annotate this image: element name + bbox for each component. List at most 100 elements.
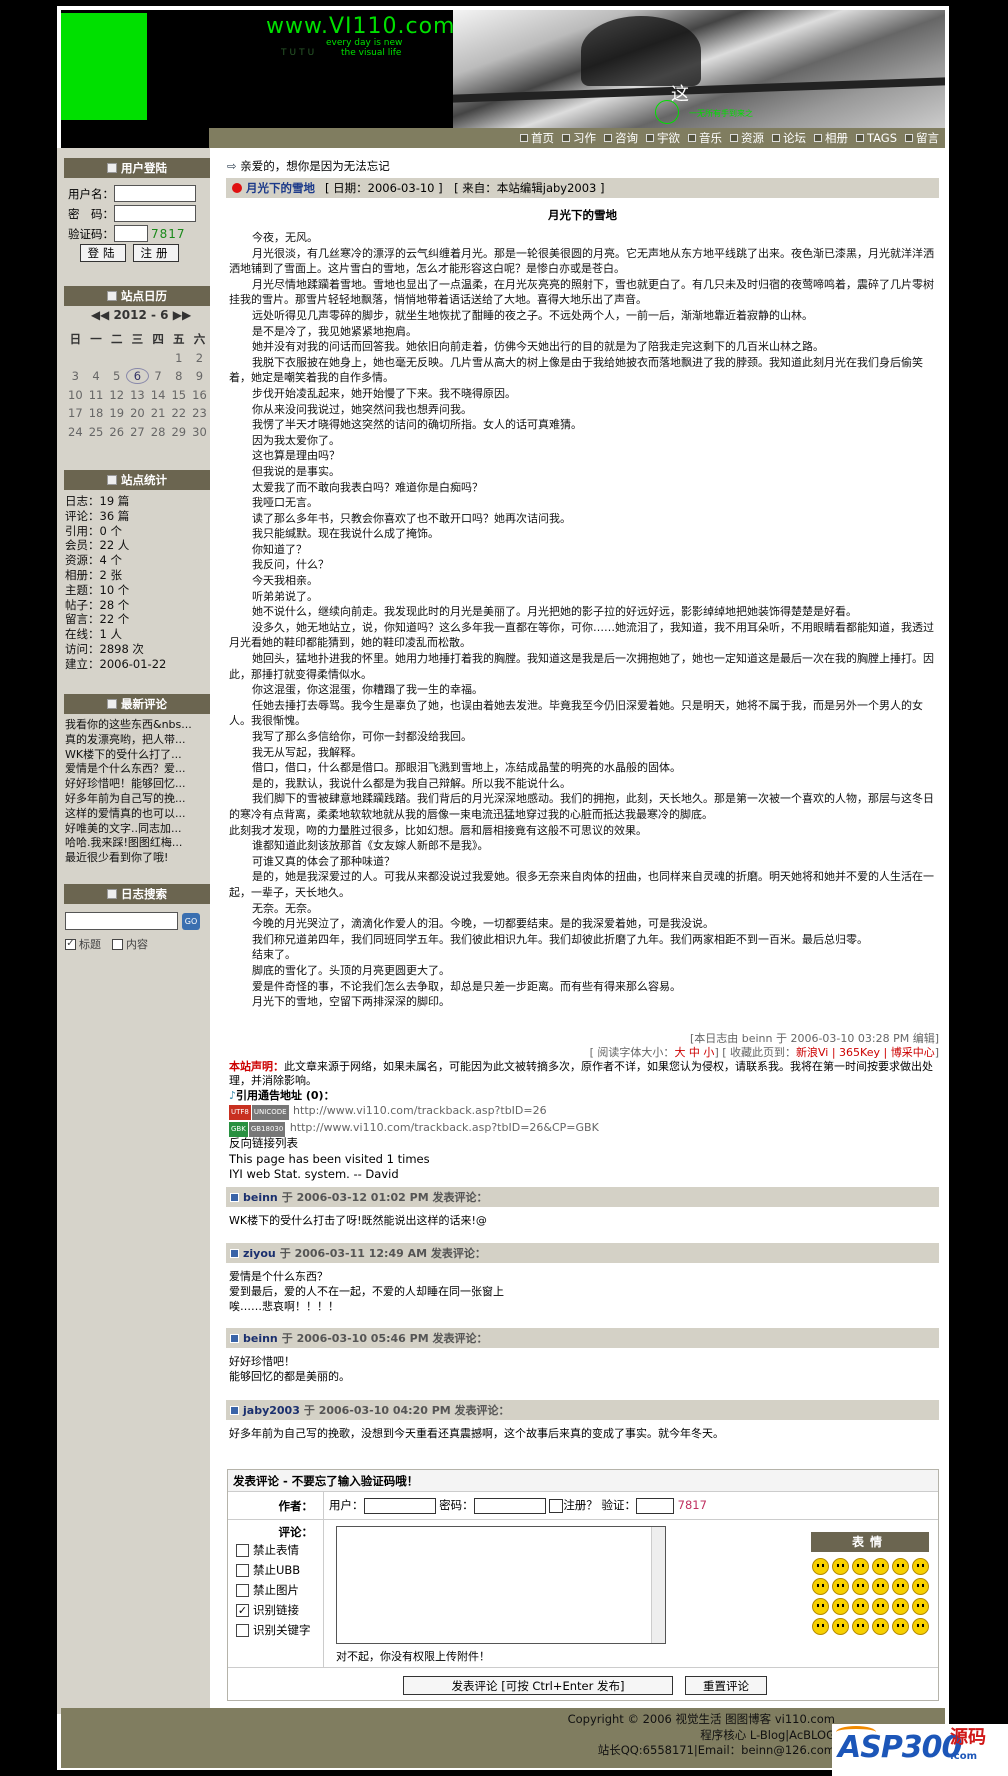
search-opt-content[interactable]: 内容 (112, 936, 148, 952)
program-core: 程序核心 L-Blog|AcBLOG (700, 1727, 835, 1742)
calendar-grid: 日一二三四五六 12 3456789 10 11 12 13 14 15 16 17 18 19… (65, 330, 210, 441)
article-paragraph: 你知道了？ (252, 542, 307, 556)
comment-author[interactable]: ziyou (243, 1247, 276, 1260)
option-auto-link[interactable]: ✓ 识别链接 (236, 1602, 299, 1618)
emoticon-icon[interactable] (812, 1578, 829, 1595)
recent-comment-link[interactable]: 好多年前为自己写的挽... (65, 792, 210, 807)
article-paragraph: 月光尽情地蹂躏着雪地。雪地也显出了一点温柔，在月光灰亮亮的照射下，雪也就更白了。… (229, 277, 934, 307)
article-paragraph: 谁都知道此刻该放那首《女友嫁人新郎不是我》。 (252, 839, 489, 853)
article-paragraph: 可谁又真的体会了那种味道？ (252, 854, 395, 868)
recent-comment-link[interactable]: 真的发漂亮哟，把人带... (65, 733, 210, 748)
comment-author[interactable]: jaby2003 (243, 1404, 300, 1417)
trackback-url-utf8[interactable]: http://www.vi110.com/trackback.asp?tbID=… (293, 1104, 547, 1117)
emoticon-icon[interactable] (812, 1618, 829, 1635)
emoticon-icon[interactable] (832, 1618, 849, 1635)
article-paragraph: 我无从写起，我解释。 (252, 745, 362, 759)
emoticon-icon[interactable] (872, 1578, 889, 1595)
register-button[interactable]: 注册 (133, 244, 179, 262)
emoticon-icon[interactable] (832, 1598, 849, 1615)
emoticon-icon[interactable] (892, 1578, 909, 1595)
emoticon-icon[interactable] (832, 1558, 849, 1575)
search-opt-title[interactable]: ✓ 标题 (65, 936, 101, 952)
checkbox-title[interactable]: ✓ (65, 938, 76, 950)
register-checkbox[interactable] (549, 1498, 564, 1513)
nav-guestbook[interactable]: 留言 (905, 130, 939, 146)
emoticon-title: 表情 (811, 1532, 929, 1552)
nav-album[interactable]: 相册 (813, 130, 848, 146)
emoticon-icon[interactable] (912, 1558, 929, 1575)
checkbox[interactable]: ✓ (236, 1603, 249, 1617)
recent-comment-link[interactable]: 好唯美的文字..同志加... (65, 822, 210, 837)
checkbox[interactable] (236, 1623, 249, 1637)
recent-comment-link[interactable]: 我看你的这些东西&nbs... (65, 718, 210, 733)
password-input[interactable] (114, 205, 196, 222)
recent-comment-link[interactable]: 最近很少看到你了哦! (65, 851, 210, 866)
reset-comment-button[interactable]: 重置评论 (685, 1676, 767, 1695)
recent-comment-link[interactable]: 这样的爱情真的也可以... (65, 807, 210, 822)
article-paragraph: 远处听得见几声零碎的脚步，就坐生地恢扰了酣睡的夜之子。不远处两个人，一前一后，渐… (252, 308, 813, 322)
comment-user-input[interactable] (363, 1497, 436, 1514)
bookmark-links[interactable]: 新浪Vi | 365Key | 博采中心 (796, 1046, 935, 1059)
emoticon-icon[interactable] (852, 1618, 869, 1635)
emoticon-icon[interactable] (872, 1598, 889, 1615)
emoticon-icon[interactable] (912, 1618, 929, 1635)
nav-forum[interactable]: 论坛 (771, 130, 806, 146)
nav-yuyu[interactable]: 宇欲 (645, 130, 680, 146)
emoticon-icon[interactable] (852, 1578, 869, 1595)
nav-bullet-icon (729, 134, 738, 142)
checkbox[interactable] (236, 1563, 249, 1577)
emoticon-icon[interactable] (852, 1558, 869, 1575)
emoticon-icon[interactable] (872, 1558, 889, 1575)
emoticon-icon[interactable] (892, 1618, 909, 1635)
comment-captcha-input[interactable] (635, 1497, 674, 1514)
submit-comment-button[interactable]: 发表评论 [可按 Ctrl+Enter 发布] (403, 1676, 673, 1695)
comment-textarea[interactable] (336, 1526, 666, 1644)
calendar-nav[interactable]: ◀◀ 2012 - 6 ▶▶ (71, 308, 211, 322)
emoticon-icon[interactable] (852, 1598, 869, 1615)
nav-news[interactable]: 咨询 (603, 130, 638, 146)
username-input[interactable] (114, 185, 196, 202)
login-box-title: 用户登陆 (64, 158, 210, 178)
comment-password-input[interactable] (473, 1497, 546, 1514)
search-input[interactable] (65, 912, 178, 930)
nav-music[interactable]: 音乐 (687, 130, 722, 146)
recent-comment-link[interactable]: 好好珍惜吧！能够回忆... (65, 777, 210, 792)
recent-comment-link[interactable]: 爱情是个什么东西？爱... (65, 762, 210, 777)
nav-writing[interactable]: 习作 (561, 130, 596, 146)
search-go-button[interactable]: GO (182, 913, 200, 930)
article-paragraph: 脚底的雪化了。头顶的月亮更圆更大了。 (252, 963, 450, 977)
emoticon-icon[interactable] (812, 1598, 829, 1615)
nav-resources[interactable]: 资源 (729, 130, 764, 146)
recent-comment-link[interactable]: 哈哈.我来踩!图图红梅... (65, 836, 210, 851)
emoticon-icon[interactable] (912, 1578, 929, 1595)
checkbox-content[interactable] (112, 938, 123, 950)
nav-tags[interactable]: TAGS (855, 131, 897, 145)
scrollbar[interactable] (651, 1527, 665, 1643)
option-disable-images[interactable]: 禁止图片 (236, 1582, 299, 1598)
comment-author[interactable]: beinn (243, 1332, 278, 1345)
edit-note: [本日志由 beinn 于 2006-03-10 03:28 PM 编辑] [ … (226, 1032, 939, 1060)
nav-home[interactable]: 首页 (519, 130, 554, 146)
emoticon-icon[interactable] (892, 1598, 909, 1615)
recent-comment-link[interactable]: WK楼下的受什么打了... (65, 748, 210, 763)
trackback-url-gbk[interactable]: http://www.vi110.com/trackback.asp?tbID=… (290, 1121, 599, 1134)
captcha-input[interactable] (114, 225, 148, 242)
emoticon-icon[interactable] (892, 1558, 909, 1575)
option-disable-emoticons[interactable]: 禁止表情 (236, 1542, 299, 1558)
emoticon-icon[interactable] (832, 1578, 849, 1595)
article-paragraph: 月光下的雪地，空留下两排深深的脚印。 (252, 995, 450, 1009)
comment-author[interactable]: beinn (243, 1191, 278, 1204)
checkbox[interactable] (236, 1583, 249, 1597)
site-logo[interactable]: www.VI110.com (266, 14, 455, 39)
post-title-link[interactable]: 月光下的雪地 (246, 180, 315, 196)
nav-bullet-icon (645, 134, 654, 142)
font-size-links[interactable]: 大 中 小 (674, 1046, 714, 1059)
article-paragraph: 我只能缄默。现在我说什么成了掩饰。 (252, 527, 439, 541)
option-keywords[interactable]: 识别关键字 (236, 1622, 311, 1638)
emoticon-icon[interactable] (872, 1618, 889, 1635)
login-button[interactable]: 登陆 (80, 244, 126, 262)
option-disable-ubb[interactable]: 禁止UBB (236, 1562, 300, 1578)
emoticon-icon[interactable] (812, 1558, 829, 1575)
checkbox[interactable] (236, 1543, 249, 1557)
emoticon-icon[interactable] (912, 1598, 929, 1615)
